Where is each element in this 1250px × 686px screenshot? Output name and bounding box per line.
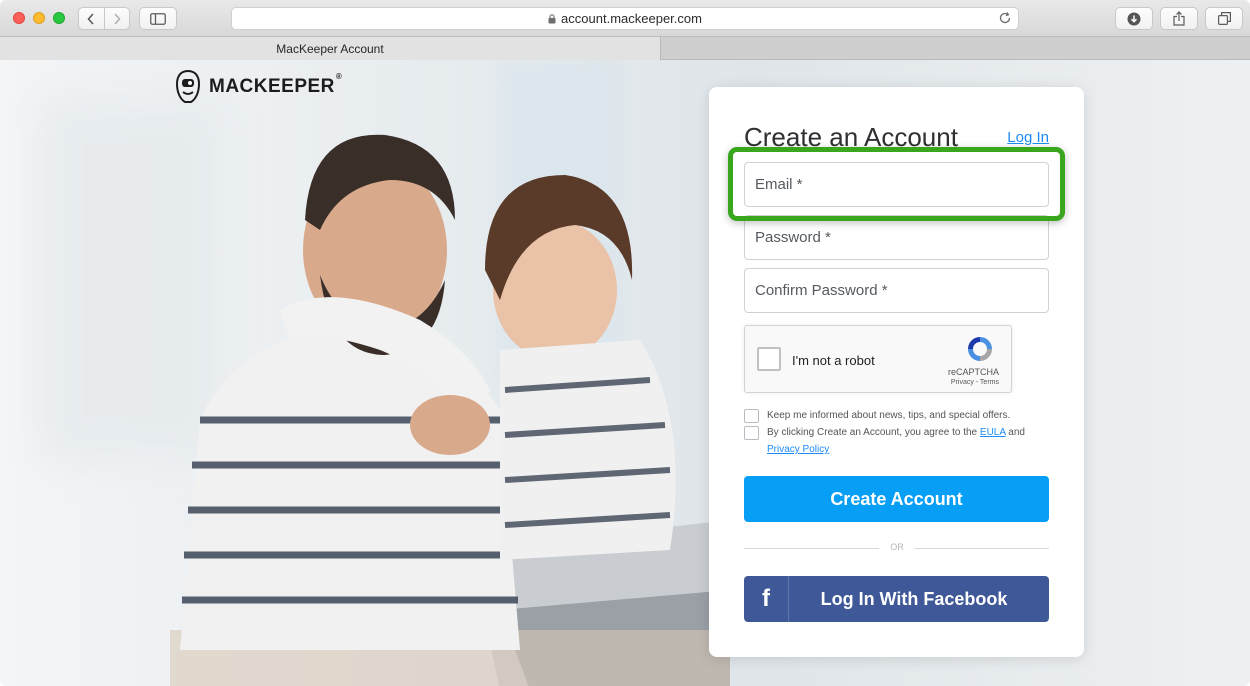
downloads-button[interactable] [1115,7,1153,30]
browser-toolbar: account.mackeeper.com [0,0,1250,37]
forward-button[interactable] [103,8,129,29]
tab-mackeeper-account[interactable]: MacKeeper Account [0,37,661,60]
create-account-button[interactable]: Create Account [744,476,1049,522]
back-button[interactable] [79,8,104,29]
page-content: MACKEEPER® Create an Account Log In I'm … [0,60,1250,686]
privacy-policy-link[interactable]: Privacy Policy [767,444,829,455]
tabs-icon [1217,12,1231,25]
recaptcha-icon [965,334,995,369]
lock-icon [548,13,556,24]
minimize-window-button[interactable] [33,12,45,24]
divider-left [744,548,879,549]
navigation-buttons [78,7,130,30]
recaptcha-widget: I'm not a robot reCAPTCHA Privacy - Term… [744,325,1012,393]
tab-bar: MacKeeper Account [0,37,1250,60]
newsletter-checkbox[interactable] [744,409,759,423]
or-divider-text: OR [890,542,904,552]
signup-card: Create an Account Log In I'm not a robot [709,87,1084,657]
tabs-overview-button[interactable] [1205,7,1243,30]
password-field[interactable] [744,215,1049,260]
newsletter-label: Keep me informed about news, tips, and s… [767,410,1011,421]
facebook-login-button[interactable]: f Log In With Facebook [744,576,1049,622]
login-link[interactable]: Log In [1007,129,1049,146]
email-field[interactable] [744,162,1049,207]
facebook-icon: f [744,576,789,622]
browser-window: account.mackeeper.com MacKeeper Account [0,0,1250,686]
reload-icon[interactable] [998,11,1012,28]
share-button[interactable] [1160,7,1198,30]
logo-wordmark: MACKEEPER [209,76,335,97]
recaptcha-brand: reCAPTCHA [947,367,999,377]
eula-link[interactable]: EULA [980,427,1006,438]
sidebar-icon [150,12,166,25]
recaptcha-label: I'm not a robot [792,353,875,368]
close-window-button[interactable] [13,12,25,24]
recaptcha-checkbox[interactable] [757,347,781,371]
facebook-button-label: Log In With Facebook [820,588,1008,609]
download-icon [1127,12,1141,25]
mackeeper-mascot-icon [175,70,201,103]
page-title: Create an Account [744,122,958,152]
chevron-left-icon [87,12,95,25]
address-bar[interactable]: account.mackeeper.com [231,7,1019,30]
agree-terms-checkbox[interactable] [744,426,759,440]
zoom-window-button[interactable] [53,12,65,24]
logo-text: MACKEEPER® [209,72,342,98]
confirm-password-field[interactable] [744,268,1049,313]
recaptcha-terms-link[interactable]: Privacy - Terms [951,379,999,386]
tab-title: MacKeeper Account [276,41,384,56]
share-icon [1173,11,1185,26]
divider-right [914,548,1049,549]
agree-text: By clicking Create an Account, you agree… [767,427,978,438]
agree-terms-label: By clicking Create an Account, you agree… [767,427,1025,438]
chevron-right-icon [114,12,121,25]
url-text: account.mackeeper.com [561,11,702,26]
hero-photo [170,90,730,686]
and-text: and [1008,427,1025,438]
privacy-policy-line: Privacy Policy [767,444,829,455]
sidebar-toggle-button[interactable] [139,7,177,30]
registered-mark: ® [335,71,343,81]
mackeeper-logo[interactable]: MACKEEPER® [175,70,342,104]
